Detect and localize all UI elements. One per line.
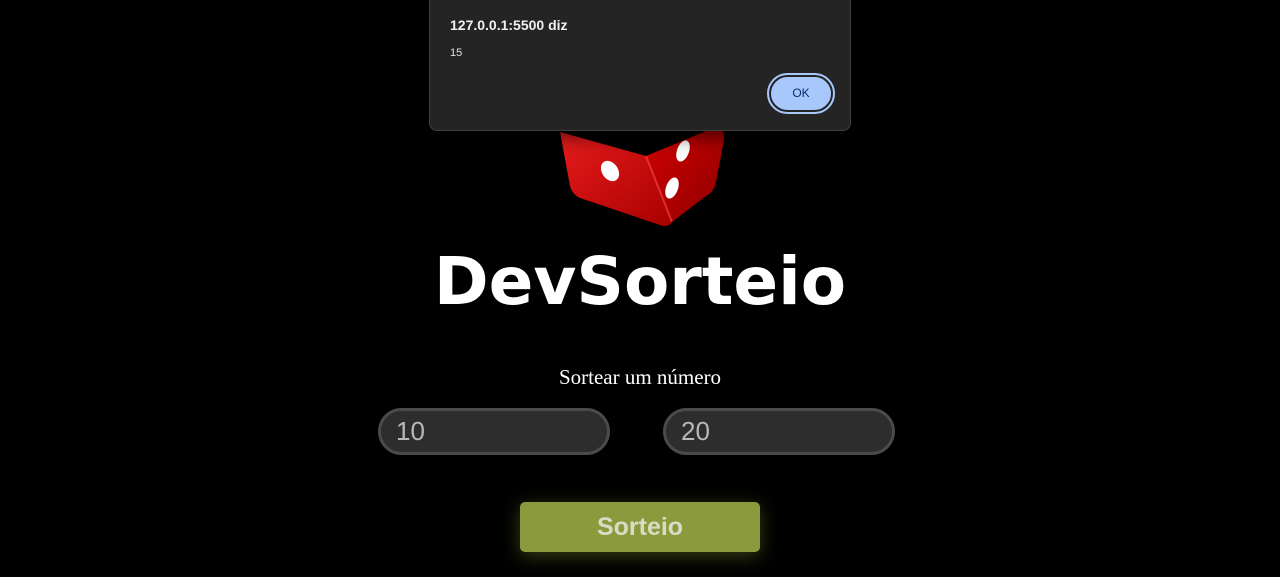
alert-message: 15 — [450, 47, 463, 59]
alert-ok-button[interactable]: OK — [767, 73, 835, 114]
alert-dialog: 127.0.0.1:5500 diz 15 OK — [429, 0, 851, 131]
max-number-input[interactable]: 20 — [663, 408, 895, 455]
min-number-input[interactable]: 10 — [378, 408, 610, 455]
page-title: DevSorteio — [433, 243, 847, 320]
draw-button[interactable]: Sorteio — [520, 502, 760, 552]
alert-origin-text: 127.0.0.1:5500 diz — [450, 17, 568, 33]
form-subtitle: Sortear um número — [558, 365, 722, 389]
page: DevSorteio Sortear um número 10 20 Sorte… — [0, 0, 1280, 577]
